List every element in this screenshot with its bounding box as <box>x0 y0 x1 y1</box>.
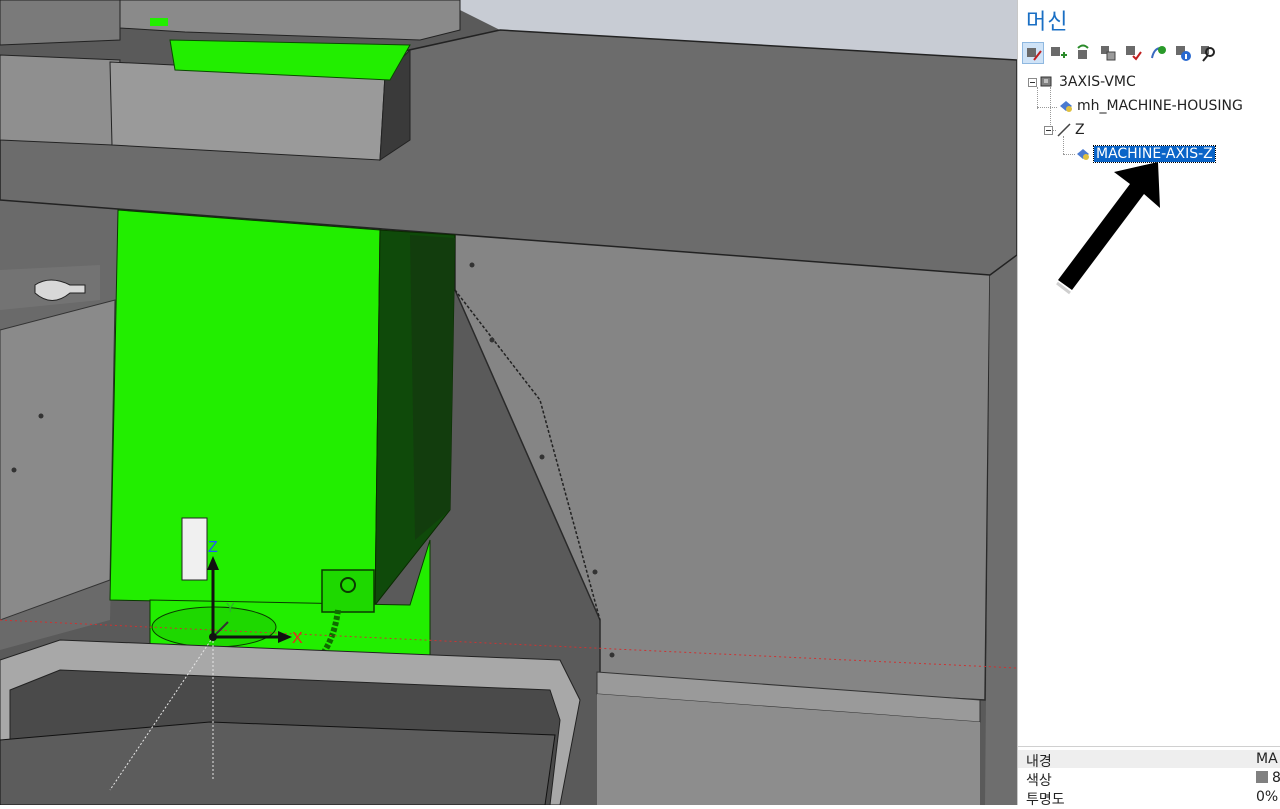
machine-edit-icon[interactable] <box>1022 42 1044 64</box>
tree-item-machine-housing[interactable]: mh_MACHINE-HOUSING <box>1058 95 1243 117</box>
property-row-color[interactable]: 색상 8 <box>1018 769 1280 789</box>
3d-viewport[interactable]: Z X Y <box>0 0 1017 805</box>
info-icon[interactable] <box>1172 42 1194 64</box>
machine-toolbar <box>1022 42 1219 68</box>
property-key: 내경 <box>1026 754 1052 770</box>
copy-icon[interactable] <box>1097 42 1119 64</box>
property-value: 0% <box>1256 789 1279 805</box>
property-value-color: 8 <box>1256 770 1280 786</box>
tree-item-axis-z[interactable]: Z <box>1044 119 1085 141</box>
tree-item-machine[interactable]: 3AXIS-VMC <box>1028 71 1136 93</box>
axis-icon <box>1056 122 1072 138</box>
property-key: 색상 <box>1026 773 1052 789</box>
color-swatch <box>1256 771 1268 783</box>
component-icon <box>1058 98 1074 114</box>
tree-item-label: mh_MACHINE-HOUSING <box>1077 98 1243 114</box>
machine-icon <box>1040 74 1056 90</box>
axis-label-x: X <box>292 630 303 647</box>
axis-label-z: Z <box>208 539 218 556</box>
property-row-transparency[interactable]: 투명도 0% <box>1018 788 1280 808</box>
add-component-icon[interactable] <box>1047 42 1069 64</box>
panel-title: 머신 <box>1026 10 1069 35</box>
property-row-inner-diameter[interactable]: 내경 MA <box>1018 750 1280 770</box>
tree-item-label: Z <box>1075 122 1085 138</box>
property-key: 투명도 <box>1026 792 1065 808</box>
property-value: MA <box>1256 751 1278 767</box>
properties-grid: 내경 MA 색상 8 투명도 0% <box>1018 746 1280 808</box>
tree-item-label: 3AXIS-VMC <box>1059 74 1136 90</box>
machine-model: Z X Y <box>0 0 1017 805</box>
check-icon[interactable] <box>1122 42 1144 64</box>
add-axis-icon[interactable] <box>1072 42 1094 64</box>
collapse-icon[interactable] <box>1028 77 1037 87</box>
pointer-arrow-icon <box>1056 162 1160 295</box>
axis-label-y: Y <box>226 600 235 615</box>
search-icon[interactable] <box>1197 42 1219 64</box>
curve-check-icon[interactable] <box>1147 42 1169 64</box>
machine-panel: 머신 3AXIS-VMC mh_MACHINE-HOUSING Z MACHIN… <box>1017 0 1280 808</box>
property-value: 8 <box>1272 770 1280 786</box>
collapse-icon[interactable] <box>1044 125 1053 135</box>
